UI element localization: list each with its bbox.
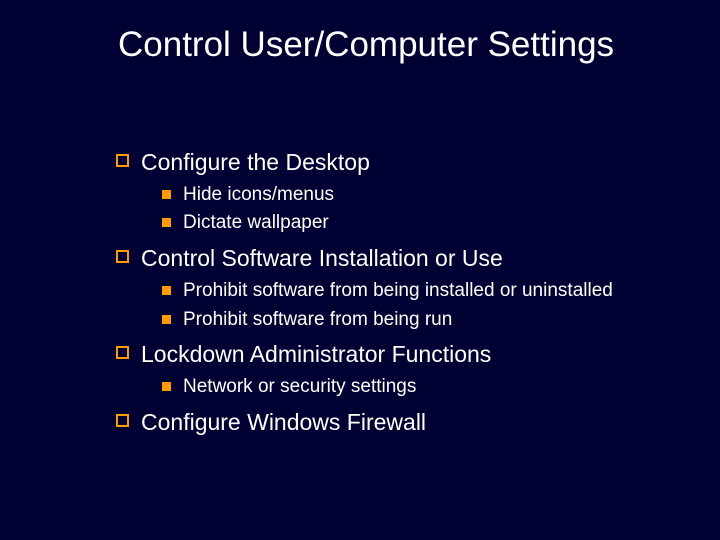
filled-square-bullet-icon: [162, 382, 171, 391]
outline-subitem: Prohibit software from being installed o…: [162, 279, 680, 304]
outline-subitem-label: Hide icons/menus: [183, 183, 334, 208]
hollow-square-bullet-icon: [116, 154, 129, 167]
hollow-square-bullet-icon: [116, 414, 129, 427]
outline-item: Configure the Desktop: [116, 148, 680, 177]
outline-item: Configure Windows Firewall: [116, 408, 680, 437]
outline-subitem: Hide icons/menus: [162, 183, 680, 208]
slide-background: Control User/Computer Settings Configure…: [0, 0, 720, 540]
outline-subitem-label: Dictate wallpaper: [183, 211, 329, 236]
outline-item: Control Software Installation or Use: [116, 244, 680, 273]
outline-item-label: Configure Windows Firewall: [141, 408, 426, 437]
slide-content: Configure the Desktop Hide icons/menus Dic…: [116, 148, 680, 442]
outline-subitem-label: Prohibit software from being installed o…: [183, 279, 613, 304]
outline-subitems: Network or security settings: [162, 375, 680, 400]
outline-subitem: Dictate wallpaper: [162, 211, 680, 236]
filled-square-bullet-icon: [162, 315, 171, 324]
filled-square-bullet-icon: [162, 286, 171, 295]
filled-square-bullet-icon: [162, 190, 171, 199]
hollow-square-bullet-icon: [116, 250, 129, 263]
outline-subitems: Hide icons/menus Dictate wallpaper: [162, 183, 680, 236]
outline-item-label: Control Software Installation or Use: [141, 244, 503, 273]
outline-subitem: Prohibit software from being run: [162, 308, 680, 333]
filled-square-bullet-icon: [162, 218, 171, 227]
outline-item-label: Lockdown Administrator Functions: [141, 340, 491, 369]
outline-item: Lockdown Administrator Functions: [116, 340, 680, 369]
outline-subitem: Network or security settings: [162, 375, 680, 400]
outline-subitem-label: Network or security settings: [183, 375, 416, 400]
outline-subitem-label: Prohibit software from being run: [183, 308, 452, 333]
hollow-square-bullet-icon: [116, 346, 129, 359]
outline-item-label: Configure the Desktop: [141, 148, 370, 177]
outline-subitems: Prohibit software from being installed o…: [162, 279, 680, 332]
slide-title: Control User/Computer Settings: [118, 24, 680, 65]
